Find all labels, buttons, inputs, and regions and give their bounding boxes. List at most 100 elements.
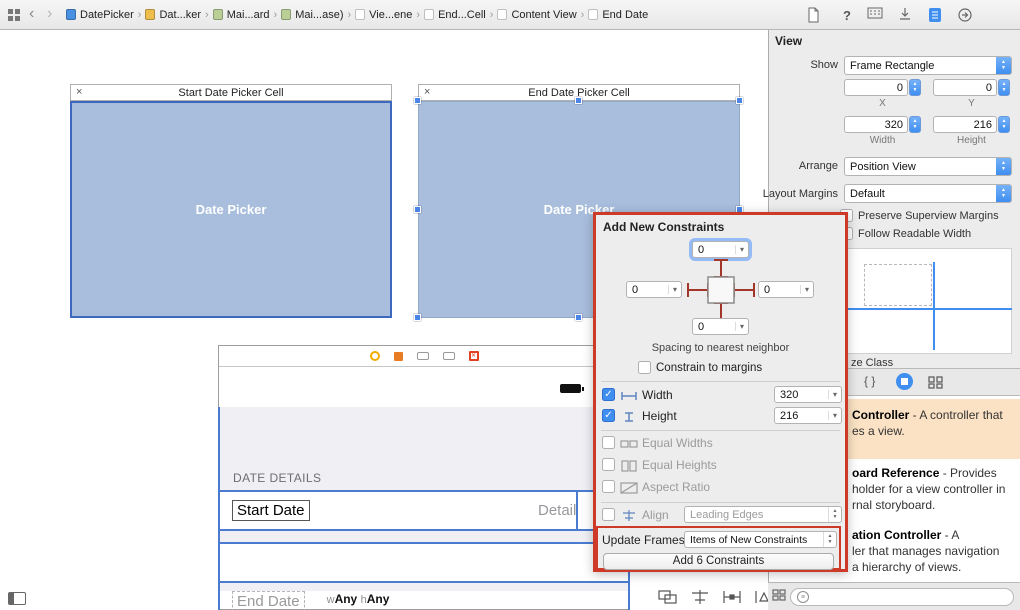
x-axis-label: X xyxy=(879,98,886,109)
height-combo[interactable]: 216 ▾ xyxy=(774,407,842,424)
arrange-popup[interactable]: Position View ▲ ▼ xyxy=(844,157,1012,176)
layout-margins-popup[interactable]: Default ▲ ▼ xyxy=(844,184,1012,203)
resize-handle[interactable] xyxy=(414,97,421,104)
detail-label[interactable]: Detail xyxy=(538,502,576,519)
equal-widths-icon xyxy=(620,440,638,448)
equal-heights-label: Equal Heights xyxy=(642,458,717,472)
code-snippet-library-icon[interactable]: { } xyxy=(864,374,875,388)
exit-icon[interactable]: ✕ xyxy=(468,351,479,361)
align-checkbox[interactable] xyxy=(602,508,615,521)
size-inspector-icon-active[interactable] xyxy=(926,7,944,24)
left-spacing-combo[interactable]: 0 ▾ xyxy=(626,281,682,298)
align-edges-icon xyxy=(623,510,635,521)
popup-arrows-icon: ▲ ▼ xyxy=(996,57,1011,74)
jumpbar-item-project[interactable]: DatePicker xyxy=(66,9,134,21)
jumpbar-item-cell[interactable]: End...Cell xyxy=(424,9,486,21)
scene-dock: ✕ xyxy=(219,346,629,367)
jumpbar-item-end-date[interactable]: End Date xyxy=(588,9,648,21)
start-cell-titlebar[interactable]: × Start Date Picker Cell xyxy=(70,84,392,101)
quick-help-icon[interactable]: ? xyxy=(838,7,856,24)
end-date-cell-label[interactable]: End Date xyxy=(232,591,305,610)
resize-handle[interactable] xyxy=(414,314,421,321)
right-spacing-combo[interactable]: 0 ▾ xyxy=(758,281,814,298)
forward-button[interactable]: › xyxy=(47,0,52,28)
add-constraints-button[interactable]: Add 6 Constraints xyxy=(603,553,834,570)
x-stepper[interactable]: ▲ ▼ xyxy=(909,79,921,96)
right-spacing-value: 0 xyxy=(764,283,771,296)
height-stepper[interactable]: ▲ ▼ xyxy=(998,116,1010,133)
size-class-w-key: w xyxy=(326,594,335,606)
size-class-control[interactable]: wAny hAny xyxy=(320,592,396,606)
jumpbar-item-storyboard-base[interactable]: Mai...ase) xyxy=(281,9,343,21)
back-button[interactable]: ‹ xyxy=(29,0,34,28)
placeholder-icon[interactable] xyxy=(416,352,429,360)
width-field[interactable]: 320 xyxy=(844,116,908,133)
identity-inspector-icon[interactable] xyxy=(866,7,884,24)
combo-arrow-icon: ▾ xyxy=(735,322,748,331)
popup-arrows-icon: ▲ ▼ xyxy=(823,532,836,547)
jumpbar-item-group[interactable]: Dat...ker xyxy=(145,9,201,21)
constrain-margins-label: Constrain to margins xyxy=(656,362,763,374)
jumpbar-item-content-view[interactable]: Content View xyxy=(497,9,577,21)
first-responder-icon[interactable] xyxy=(393,351,403,361)
equal-widths-checkbox[interactable] xyxy=(602,436,615,449)
jumpbar-item-storyboard[interactable]: Mai...ard xyxy=(212,9,270,21)
show-popup[interactable]: Frame Rectangle ▲ ▼ xyxy=(844,56,1012,75)
storyboard-file-icon xyxy=(212,9,223,20)
library-item[interactable]: oard Reference - Provides xyxy=(852,466,997,480)
resize-handle[interactable] xyxy=(736,97,743,104)
aspect-ratio-checkbox[interactable] xyxy=(602,480,615,493)
height-field[interactable]: 216 xyxy=(933,116,997,133)
width-checkbox[interactable]: ✓ xyxy=(602,388,615,401)
chevron-separator-icon: › xyxy=(416,8,421,21)
top-spacing-combo[interactable]: 0 ▾ xyxy=(692,241,749,258)
media-library-icon[interactable] xyxy=(928,376,943,389)
pin-icon[interactable] xyxy=(720,589,744,605)
jumpbar-item-scene[interactable]: Vie...ene xyxy=(355,9,412,21)
library-item-text: ler that manages navigation xyxy=(852,544,1000,558)
grid-view-icon[interactable] xyxy=(772,589,786,602)
height-checkbox[interactable]: ✓ xyxy=(602,409,615,422)
width-constraint-value: 320 xyxy=(780,388,799,401)
width-combo[interactable]: 320 ▾ xyxy=(774,386,842,403)
y-stepper[interactable]: ▲ ▼ xyxy=(998,79,1010,96)
update-frames-popup[interactable]: Items of New Constraints ▲ ▼ xyxy=(684,531,837,548)
popup-arrows-icon: ▲ ▼ xyxy=(828,507,841,522)
autoresizing-dashed-rect xyxy=(864,264,932,306)
x-field[interactable]: 0 xyxy=(844,79,908,96)
close-icon[interactable]: × xyxy=(424,85,430,100)
storyboard-file-icon xyxy=(281,9,292,20)
connections-inspector-icon[interactable] xyxy=(956,7,974,24)
start-date-cell-label[interactable]: Start Date xyxy=(232,500,310,521)
width-stepper[interactable]: ▲ ▼ xyxy=(909,116,921,133)
resize-handle[interactable] xyxy=(575,314,582,321)
resize-handle[interactable] xyxy=(414,206,421,213)
show-label: Show xyxy=(810,59,838,71)
resize-handle[interactable] xyxy=(575,97,582,104)
combo-arrow-icon: ▾ xyxy=(828,390,841,399)
y-field[interactable]: 0 xyxy=(933,79,997,96)
equal-heights-checkbox[interactable] xyxy=(602,458,615,471)
selection-line xyxy=(218,490,630,492)
close-icon[interactable]: × xyxy=(76,85,82,100)
bottom-spacing-combo[interactable]: 0 ▾ xyxy=(692,318,749,335)
arrange-label: Arrange xyxy=(798,160,838,172)
library-item[interactable]: ation Controller - A xyxy=(852,528,959,542)
object-library-icon[interactable] xyxy=(896,373,913,390)
embed-in-stack-icon[interactable] xyxy=(656,589,680,605)
align-icon[interactable] xyxy=(688,589,712,605)
related-items-icon[interactable] xyxy=(7,8,21,22)
start-date-picker-view[interactable]: Date Picker xyxy=(70,101,392,318)
sidebar-toggle-icon[interactable] xyxy=(8,592,26,605)
popover-title: Add New Constraints xyxy=(603,220,725,234)
view-controller-icon[interactable] xyxy=(369,351,380,361)
align-popup[interactable]: Leading Edges ▲ ▼ xyxy=(684,506,842,523)
file-inspector-icon[interactable] xyxy=(804,7,822,24)
attributes-inspector-icon[interactable] xyxy=(896,7,914,24)
constrain-margins-checkbox[interactable] xyxy=(638,361,651,374)
library-item[interactable]: Controller - A controller that xyxy=(852,408,1003,422)
library-filter-field[interactable]: ≡ xyxy=(790,588,1014,606)
placeholder-icon[interactable] xyxy=(442,352,455,360)
autoresizing-blue-vline xyxy=(933,262,935,350)
library-item-text: rnal storyboard. xyxy=(852,498,936,512)
